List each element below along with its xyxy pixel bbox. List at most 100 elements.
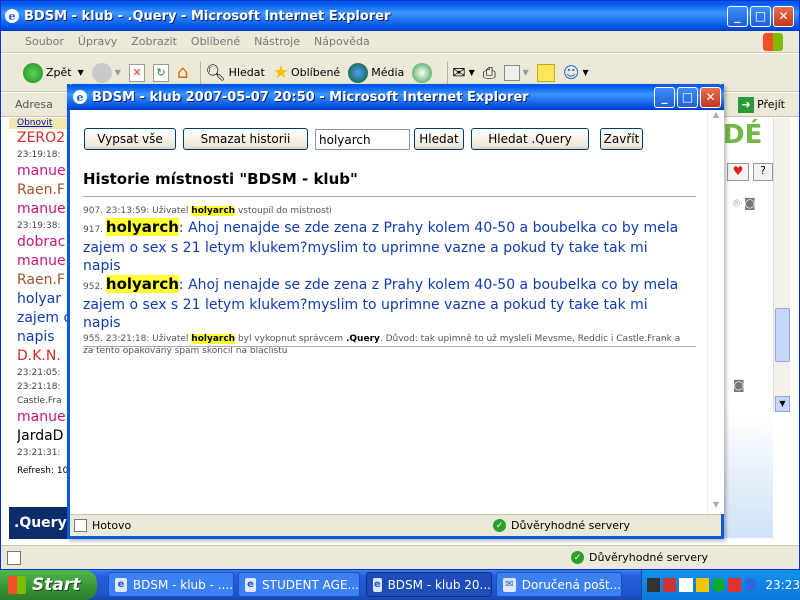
popup-close-icon[interactable]: ✕ — [700, 86, 721, 108]
refresh-button[interactable]: ↻ — [152, 63, 169, 82]
taskbar-item-active[interactable]: e BDSM - klub 20... — [366, 572, 492, 597]
mail-button[interactable]: ✉ ▼ — [452, 63, 475, 82]
bg-status-bar: ✓ Důvěryhodné servery — [1, 545, 799, 569]
clear-history-button[interactable]: Smazat historii — [183, 128, 308, 150]
bg-right-panel: DÉ ♥ ? ⌾ ◙ ◙ — [723, 118, 773, 538]
menu-file[interactable]: Soubor — [25, 35, 64, 48]
edit-button[interactable]: ▼ — [503, 64, 529, 81]
taskbar-item[interactable]: e BDSM - klub - .... — [108, 572, 234, 597]
menu-tools[interactable]: Nástroje — [254, 35, 300, 48]
bg-zone-label: Důvěryhodné servery — [589, 551, 709, 564]
heading-divider — [83, 196, 696, 197]
history-entry: 917. holyarch: Ahoj nenajde se zde zena … — [83, 218, 679, 274]
footer-divider — [83, 346, 696, 347]
menu-help[interactable]: Nápověda — [314, 35, 370, 48]
nick-highlight: holyarch — [191, 206, 236, 216]
forward-button[interactable]: ▼ — [91, 62, 121, 83]
go-arrow-icon: ➜ — [738, 96, 755, 113]
tray-icon-7[interactable] — [744, 578, 758, 592]
tray-icon-3[interactable] — [679, 578, 693, 592]
bg-window-title: BDSM - klub - .Query - Microsoft Interne… — [24, 8, 391, 24]
nick-highlight: holyarch — [105, 218, 179, 236]
taskbar: Start e BDSM - klub - .... e STUDENT AGE..… — [0, 570, 800, 600]
close-icon[interactable]: ✕ — [773, 5, 794, 27]
popup-scroll-up-arrow-icon[interactable]: ▲ — [710, 110, 722, 124]
bg-footer-brand: .Query — [9, 507, 69, 539]
menu-favorites[interactable]: Oblíbené — [191, 35, 240, 48]
ie-icon: e — [115, 577, 127, 592]
page-done-icon — [74, 519, 87, 532]
camera-icon: ⌾ ◙ — [733, 196, 756, 210]
popup-zone-label: Důvěryhodné servery — [511, 519, 631, 532]
outlook-icon: ✉ — [503, 577, 516, 592]
stop-button[interactable]: ✕ — [128, 63, 145, 82]
forward-arrow-icon — [91, 62, 112, 83]
media-icon — [348, 62, 369, 83]
discuss-button[interactable] — [536, 63, 555, 82]
clock: 23:23 — [765, 578, 800, 592]
camera-icon-2: ◙ — [733, 378, 745, 392]
history-entry: 952. holyarch: Ahoj nenajde se zde zena … — [83, 275, 679, 331]
popup-minimize-icon[interactable]: _ — [654, 86, 675, 108]
help-icon: ? — [753, 163, 773, 181]
mail-icon: ✉ — [452, 63, 466, 82]
tray-icon-5[interactable] — [711, 578, 726, 592]
menu-edit[interactable]: Úpravy — [78, 35, 117, 48]
history-popup-window: e BDSM - klub 2007-05-07 20:50 - Microso… — [67, 84, 724, 539]
star-icon: ★ — [272, 62, 289, 83]
back-arrow-icon — [23, 62, 43, 83]
history-entry: 955. 23:21:18: Uživatel holyarch byl vyk… — [83, 334, 681, 356]
scroll-thumb[interactable] — [775, 308, 790, 362]
popup-maximize-icon[interactable]: □ — [677, 86, 698, 108]
search-button[interactable]: 🔍︎ Hledat — [205, 63, 264, 82]
messenger-button[interactable]: ☺ ▼ — [563, 63, 589, 82]
popup-trusted-check-icon: ✓ — [493, 519, 506, 532]
printer-icon: ⎙ — [482, 62, 496, 82]
messenger-icon: ☺ — [562, 63, 580, 82]
search-input[interactable] — [315, 129, 410, 150]
tray-icon-6[interactable] — [728, 578, 742, 592]
bg-scrollbar[interactable]: ▼ — [773, 118, 790, 412]
status-text: Hotovo — [92, 519, 132, 532]
search-button[interactable]: Hledat — [414, 128, 464, 150]
menu-view[interactable]: Zobrazit — [131, 35, 177, 48]
home-button[interactable]: ⌂ — [177, 62, 188, 83]
search-query-button[interactable]: Hledat .Query — [471, 128, 589, 150]
history-entry: 907. 23:13:59: Uživatel holyarch vstoupi… — [83, 206, 332, 216]
popup-scrollbar[interactable]: ▲ ▼ — [707, 110, 724, 514]
show-all-button[interactable]: Vypsat vše — [84, 128, 176, 150]
go-button[interactable]: ➜ Přejít — [738, 96, 785, 113]
tray-icon-4[interactable] — [695, 578, 709, 592]
back-button[interactable]: Zpět ▼ — [23, 62, 84, 83]
home-icon: ⌂ — [176, 62, 189, 83]
close-button[interactable]: Zavřít — [600, 128, 643, 150]
edit-icon — [503, 64, 520, 81]
refresh-icon: ↻ — [152, 63, 169, 82]
favorites-button[interactable]: ★ Oblíbené — [273, 62, 340, 83]
taskbar-item[interactable]: e STUDENT AGE... — [238, 572, 360, 597]
taskbar-item[interactable]: ✉ Doručená pošt... — [496, 572, 622, 597]
maximize-icon[interactable]: □ — [750, 5, 771, 27]
history-button[interactable] — [412, 62, 435, 83]
trusted-check-icon: ✓ — [571, 551, 584, 564]
note-icon — [536, 63, 555, 82]
tray-icon-2[interactable] — [663, 578, 677, 592]
right-logo: DÉ — [723, 120, 763, 150]
minimize-icon[interactable]: _ — [727, 5, 748, 27]
popup-title: BDSM - klub 2007-05-07 20:50 - Microsoft… — [92, 89, 529, 105]
search-icon: 🔍︎ — [205, 63, 226, 82]
tray-icon-1[interactable] — [647, 578, 661, 592]
popup-scroll-down-arrow-icon[interactable]: ▼ — [710, 500, 722, 514]
media-button[interactable]: Média — [348, 62, 404, 83]
popup-ie-icon: e — [73, 90, 87, 104]
hearts-icon: ♥ — [727, 163, 749, 181]
popup-toolbar: Vypsat vše Smazat historii Hledat Hledat… — [80, 128, 700, 152]
ie-icon: e — [373, 577, 382, 592]
scroll-down-arrow-icon[interactable]: ▼ — [775, 396, 790, 412]
print-button[interactable]: ⎙ — [483, 63, 496, 83]
ie-icon: e — [245, 577, 256, 592]
popup-title-bar: e BDSM - klub 2007-05-07 20:50 - Microso… — [67, 84, 724, 110]
start-button[interactable]: Start — [0, 570, 97, 600]
stop-icon: ✕ — [128, 63, 145, 82]
windows-logo-icon — [763, 32, 783, 51]
